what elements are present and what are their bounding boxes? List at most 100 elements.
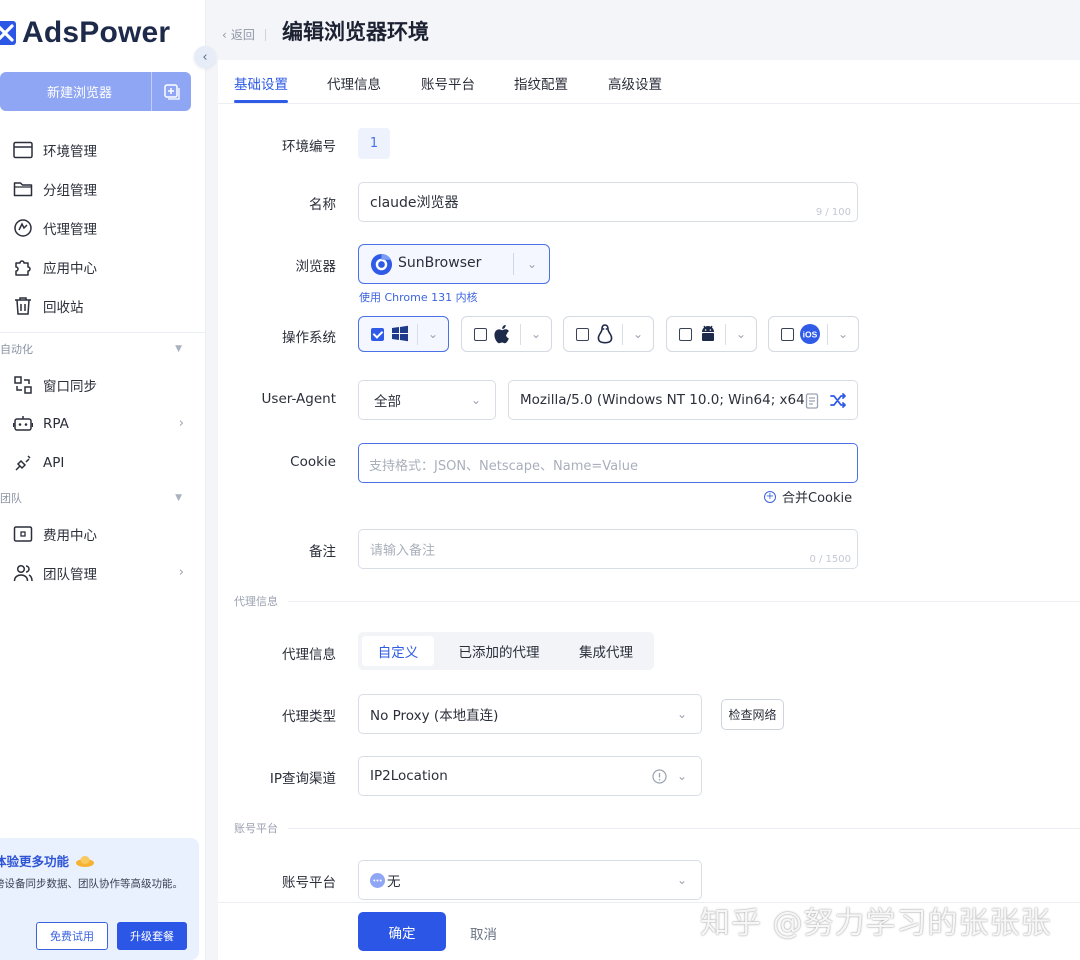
sidebar-item-group[interactable]: 分组管理 bbox=[0, 169, 206, 208]
chevron-left-icon: ‹ bbox=[202, 49, 208, 65]
checkbox[interactable] bbox=[679, 328, 692, 341]
page-header: ‹ 返回 编辑浏览器环境 bbox=[218, 0, 1080, 62]
note-label: 备注 bbox=[309, 544, 336, 560]
windows-icon bbox=[392, 325, 408, 342]
cancel-button[interactable]: 取消 bbox=[470, 923, 497, 943]
free-trial-button[interactable]: 免费试用 bbox=[36, 922, 108, 950]
ip-channel-select[interactable]: IP2Location ⌄ bbox=[358, 756, 702, 796]
sidebar-item-rpa[interactable]: RPA › bbox=[0, 404, 206, 443]
name-input[interactable]: claude浏览器 9 / 100 bbox=[358, 182, 858, 222]
divider bbox=[622, 324, 623, 345]
group-automation[interactable]: 自动化 ▼ bbox=[0, 333, 206, 365]
tab-proxy[interactable]: 代理信息 bbox=[327, 73, 381, 93]
proxy-type-select[interactable]: No Proxy (本地直连) ⌄ bbox=[358, 694, 702, 734]
sidebar-item-label: 环境管理 bbox=[43, 143, 97, 160]
sidebar-item-api[interactable]: API bbox=[0, 443, 206, 482]
sidebar-item-trash[interactable]: 回收站 bbox=[0, 286, 206, 325]
proxy-mode-saved[interactable]: 已添加的代理 bbox=[442, 636, 556, 666]
checkbox[interactable] bbox=[474, 328, 487, 341]
account-platform-select[interactable]: 无 ⌄ bbox=[358, 860, 702, 900]
sidebar-item-team[interactable]: 团队管理 › bbox=[0, 553, 206, 592]
note-input[interactable]: 请输入备注 0 / 1500 bbox=[358, 529, 858, 569]
sidebar-item-label: 代理管理 bbox=[43, 221, 97, 238]
folder-icon bbox=[12, 178, 33, 199]
info-icon[interactable] bbox=[652, 769, 667, 784]
promo-desc: 跨设备同步数据、团队协作等高级功能。 bbox=[0, 878, 183, 890]
logo[interactable]: AdsPower bbox=[0, 16, 170, 50]
divider bbox=[264, 28, 266, 41]
new-browser-label: 新建浏览器 bbox=[46, 86, 112, 101]
tab-advanced[interactable]: 高级设置 bbox=[608, 73, 662, 93]
sidebar-item-label: 应用中心 bbox=[43, 260, 97, 277]
section-proxy: 代理信息 bbox=[234, 593, 1080, 609]
sidebar-item-proxy[interactable]: 代理管理 bbox=[0, 208, 206, 247]
plus-circle-icon: + bbox=[764, 490, 776, 503]
os-label: 操作系统 bbox=[282, 330, 336, 346]
sidebar-item-label: RPA bbox=[43, 415, 69, 432]
note-placeholder: 请输入备注 bbox=[370, 543, 436, 559]
tab-fingerprint[interactable]: 指纹配置 bbox=[514, 73, 568, 93]
chevron-down-icon: ⌄ bbox=[427, 327, 438, 341]
more-dots-icon bbox=[370, 873, 385, 888]
chevron-down-icon: ⌄ bbox=[676, 707, 687, 721]
account-label: 账号平台 bbox=[282, 875, 336, 891]
chevron-down-icon: ⌄ bbox=[676, 873, 687, 887]
group-label: 团队 bbox=[0, 492, 22, 505]
os-option-linux[interactable]: ⌄ bbox=[563, 316, 654, 352]
confirm-button[interactable]: 确定 bbox=[358, 912, 446, 951]
os-option-ios[interactable]: iOS ⌄ bbox=[768, 316, 859, 352]
chevron-down-icon: ⌄ bbox=[676, 769, 687, 783]
sidebar-item-billing[interactable]: 费用中心 bbox=[0, 514, 206, 553]
api-icon bbox=[12, 452, 33, 473]
billing-icon bbox=[12, 523, 33, 544]
checkbox[interactable] bbox=[781, 328, 794, 341]
os-option-android[interactable]: ⌄ bbox=[666, 316, 757, 352]
ua-filter-select[interactable]: 全部 ⌄ bbox=[358, 380, 496, 420]
cookie-label: Cookie bbox=[290, 454, 336, 470]
copy-icon[interactable] bbox=[805, 393, 819, 409]
browser-select[interactable]: SunBrowser ⌄ bbox=[358, 244, 550, 284]
merge-cookie-link[interactable]: + 合并Cookie bbox=[764, 487, 852, 506]
proxy-icon bbox=[12, 217, 33, 238]
os-option-mac[interactable]: ⌄ bbox=[461, 316, 552, 352]
cookie-input[interactable]: 支持格式：JSON、Netscape、Name=Value bbox=[358, 443, 858, 483]
back-link[interactable]: ‹ 返回 bbox=[222, 26, 266, 43]
sidebar-item-env[interactable]: 环境管理 bbox=[0, 130, 206, 169]
divider bbox=[288, 600, 1080, 602]
sidebar-item-label: 回收站 bbox=[43, 299, 84, 316]
sunbrowser-icon bbox=[370, 253, 393, 276]
new-browser-button[interactable]: 新建浏览器 bbox=[0, 72, 191, 111]
collapse-sidebar-button[interactable]: ‹ bbox=[194, 46, 216, 68]
group-team[interactable]: 团队 ▼ bbox=[0, 482, 206, 514]
sidebar-item-label: API bbox=[43, 454, 65, 471]
tab-basic[interactable]: 基础设置 bbox=[234, 73, 288, 93]
section-title: 账号平台 bbox=[234, 822, 278, 835]
os-option-windows[interactable]: ⌄ bbox=[358, 316, 449, 352]
ua-input[interactable]: Mozilla/5.0 (Windows NT 10.0; Win64; x64… bbox=[508, 380, 858, 420]
apple-icon bbox=[494, 324, 509, 344]
page-title: 编辑浏览器环境 bbox=[282, 20, 429, 44]
checkbox[interactable] bbox=[576, 328, 589, 341]
shuffle-icon[interactable] bbox=[830, 393, 846, 408]
check-network-button[interactable]: 检查网络 bbox=[721, 699, 784, 730]
checkbox[interactable] bbox=[371, 328, 384, 341]
team-icon bbox=[12, 562, 33, 583]
env-no-label: 环境编号 bbox=[282, 139, 336, 155]
chevron-down-icon: ⌄ bbox=[526, 257, 537, 271]
name-value: claude浏览器 bbox=[370, 195, 459, 211]
svg-text:iOS: iOS bbox=[803, 329, 818, 339]
sidebar-item-apps[interactable]: 应用中心 bbox=[0, 247, 206, 286]
tab-account[interactable]: 账号平台 bbox=[421, 73, 475, 93]
sidebar: AdsPower 新建浏览器 环境管理 分组管理 代理管理 应用中心 回收站 自… bbox=[0, 0, 206, 960]
brand-name: AdsPower bbox=[22, 16, 171, 49]
sidebar-item-sync[interactable]: 窗口同步 bbox=[0, 365, 206, 404]
proxy-mode-integrated[interactable]: 集成代理 bbox=[564, 636, 648, 666]
chevron-right-icon: › bbox=[178, 565, 184, 580]
upgrade-button[interactable]: 升级套餐 bbox=[117, 922, 187, 950]
ufo-icon bbox=[76, 855, 95, 867]
proxy-mode-custom[interactable]: 自定义 bbox=[362, 636, 434, 666]
sidebar-item-label: 窗口同步 bbox=[43, 378, 97, 395]
ip-channel-label: IP查询渠道 bbox=[269, 771, 336, 787]
batch-add-icon[interactable] bbox=[151, 72, 191, 111]
browser-value: SunBrowser bbox=[398, 255, 482, 271]
